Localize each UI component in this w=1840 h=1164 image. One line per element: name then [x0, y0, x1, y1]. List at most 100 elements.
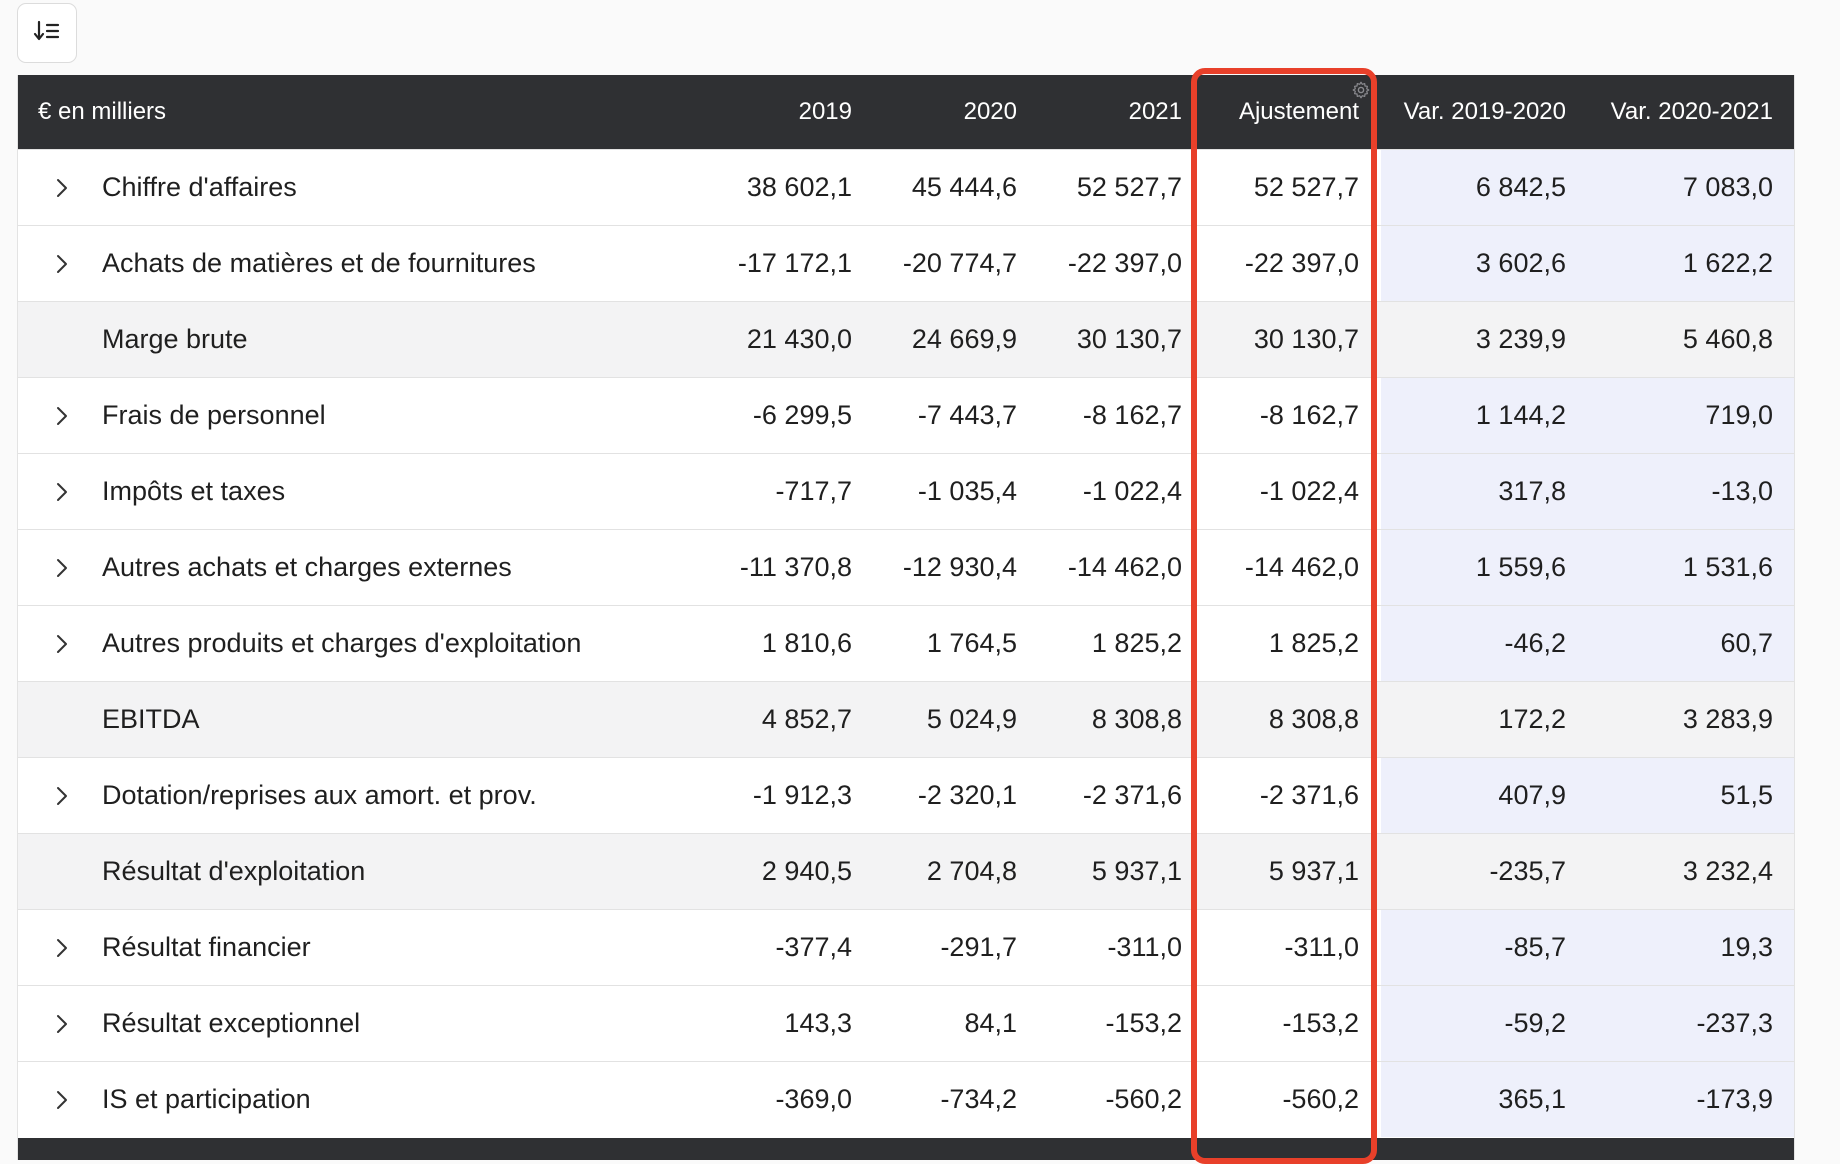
cell-2020: 45 444,6 — [873, 149, 1038, 226]
row-label: EBITDA — [102, 704, 200, 734]
table-row: Marge brute 21 430,0 24 669,9 30 130,7 30 13… — [18, 301, 1794, 378]
cell-2020: -20 774,7 — [873, 225, 1038, 302]
header-unit-label: € en milliers — [18, 75, 673, 150]
chevron-right-icon[interactable] — [22, 633, 102, 655]
row-label-cell: Résultat d'exploitation — [18, 833, 673, 910]
cell-2020: 24 669,9 — [873, 301, 1038, 378]
table-row[interactable]: Chiffre d'affaires 38 602,1 45 444,6 52 527… — [18, 149, 1794, 226]
header-2021[interactable]: 2021 — [1038, 75, 1203, 150]
gear-icon[interactable] — [1351, 79, 1371, 107]
cell-2019: 38 602,1 — [673, 149, 873, 226]
cell-2021: -2 371,6 — [1038, 757, 1203, 834]
cell-2021: 1 825,2 — [1038, 605, 1203, 682]
cell-2019: 21 430,0 — [673, 301, 873, 378]
cell-var-2019-2020: 317,8 — [1381, 453, 1587, 530]
table-header-row: € en milliers 2019 2020 2021 Ajustement … — [18, 75, 1794, 150]
chevron-right-icon[interactable] — [22, 1013, 102, 1035]
cell-adjustment[interactable]: -560,2 — [1203, 1061, 1381, 1137]
cell-var-2020-2021: 5 460,8 — [1587, 301, 1794, 378]
cell-var-2019-2020: 365,1 — [1381, 1061, 1587, 1137]
cell-adjustment[interactable]: -153,2 — [1203, 985, 1381, 1062]
table-row[interactable]: Dotation/reprises aux amort. et prov. -1 … — [18, 757, 1794, 834]
table-row[interactable]: Autres achats et charges externes -11 370… — [18, 529, 1794, 606]
cell-2021: -14 462,0 — [1038, 529, 1203, 606]
table-row[interactable]: IS et participation -369,0 -734,2 -560,2 -56… — [18, 1061, 1794, 1137]
cell-adjustment[interactable]: 1 825,2 — [1203, 605, 1381, 682]
row-label-cell: Dotation/reprises aux amort. et prov. — [18, 757, 673, 834]
cell-adjustment[interactable]: -1 022,4 — [1203, 453, 1381, 530]
cell-adjustment[interactable]: 30 130,7 — [1203, 301, 1381, 378]
row-label: Résultat financier — [102, 932, 311, 962]
cell-2019: 143,3 — [673, 985, 873, 1062]
cell-adjustment[interactable]: -22 397,0 — [1203, 225, 1381, 302]
cell-adjustment[interactable]: 52 527,7 — [1203, 149, 1381, 226]
cell-2020: 84,1 — [873, 985, 1038, 1062]
row-label: Frais de personnel — [102, 400, 326, 430]
cell-2021: -311,0 — [1038, 909, 1203, 986]
cell-adjustment[interactable]: 5 937,1 — [1203, 833, 1381, 910]
cell-var-2019-2020: 172,2 — [1381, 681, 1587, 758]
sort-descending-list-icon — [33, 19, 61, 48]
cell-2020: -1 035,4 — [873, 453, 1038, 530]
income-statement-table: € en milliers 2019 2020 2021 Ajustement … — [18, 75, 1794, 1137]
cell-2021: 8 308,8 — [1038, 681, 1203, 758]
row-label-cell: Autres achats et charges externes — [18, 529, 673, 606]
cell-2019: -1 912,3 — [673, 757, 873, 834]
sort-button[interactable] — [17, 3, 77, 63]
cell-adjustment[interactable]: -8 162,7 — [1203, 377, 1381, 454]
cell-2019: -717,7 — [673, 453, 873, 530]
row-label: IS et participation — [102, 1084, 311, 1114]
cell-2019: -377,4 — [673, 909, 873, 986]
row-label: Impôts et taxes — [102, 476, 286, 506]
cell-var-2019-2020: 407,9 — [1381, 757, 1587, 834]
cell-2019: 1 810,6 — [673, 605, 873, 682]
chevron-right-icon[interactable] — [22, 405, 102, 427]
chevron-right-icon[interactable] — [22, 177, 102, 199]
chevron-right-icon[interactable] — [22, 785, 102, 807]
table-row[interactable]: Frais de personnel -6 299,5 -7 443,7 -8 162… — [18, 377, 1794, 454]
table-row: EBITDA 4 852,7 5 024,9 8 308,8 8 308,8 172,2 3… — [18, 681, 1794, 758]
row-label-cell: IS et participation — [18, 1061, 673, 1137]
table-row[interactable]: Résultat financier -377,4 -291,7 -311,0 -311… — [18, 909, 1794, 986]
row-label: Chiffre d'affaires — [102, 172, 297, 202]
cell-var-2020-2021: 719,0 — [1587, 377, 1794, 454]
table-row[interactable]: Achats de matières et de fournitures -17 … — [18, 225, 1794, 302]
cell-2021: 52 527,7 — [1038, 149, 1203, 226]
cell-var-2020-2021: -13,0 — [1587, 453, 1794, 530]
chevron-right-icon[interactable] — [22, 1089, 102, 1111]
header-2019[interactable]: 2019 — [673, 75, 873, 150]
header-var-2020-2021[interactable]: Var. 2020-2021 — [1587, 75, 1794, 150]
cell-var-2019-2020: 1 559,6 — [1381, 529, 1587, 606]
chevron-right-icon[interactable] — [22, 253, 102, 275]
chevron-right-icon[interactable] — [22, 557, 102, 579]
cell-2021: -153,2 — [1038, 985, 1203, 1062]
cell-2021: -560,2 — [1038, 1061, 1203, 1137]
header-adjustment[interactable]: Ajustement — [1203, 75, 1381, 150]
header-var-2019-2020[interactable]: Var. 2019-2020 — [1381, 75, 1587, 150]
cell-adjustment[interactable]: -14 462,0 — [1203, 529, 1381, 606]
cell-var-2020-2021: 3 232,4 — [1587, 833, 1794, 910]
chevron-right-icon[interactable] — [22, 481, 102, 503]
row-label-cell: Chiffre d'affaires — [18, 149, 673, 226]
table-row[interactable]: Autres produits et charges d'exploitatio… — [18, 605, 1794, 682]
row-label: Achats de matières et de fournitures — [102, 248, 536, 278]
cell-2020: -2 320,1 — [873, 757, 1038, 834]
cell-2019: -11 370,8 — [673, 529, 873, 606]
cell-adjustment[interactable]: -2 371,6 — [1203, 757, 1381, 834]
cell-adjustment[interactable]: 8 308,8 — [1203, 681, 1381, 758]
table-row[interactable]: Résultat exceptionnel 143,3 84,1 -153,2 -153… — [18, 985, 1794, 1062]
cell-var-2020-2021: 1 531,6 — [1587, 529, 1794, 606]
table-row[interactable]: Impôts et taxes -717,7 -1 035,4 -1 022,4 -1 … — [18, 453, 1794, 530]
cell-var-2019-2020: -46,2 — [1381, 605, 1587, 682]
cell-adjustment[interactable]: -311,0 — [1203, 909, 1381, 986]
cell-2021: 5 937,1 — [1038, 833, 1203, 910]
cell-var-2020-2021: 51,5 — [1587, 757, 1794, 834]
cell-var-2019-2020: 6 842,5 — [1381, 149, 1587, 226]
cell-var-2020-2021: 1 622,2 — [1587, 225, 1794, 302]
cell-2019: -6 299,5 — [673, 377, 873, 454]
row-label: Résultat exceptionnel — [102, 1008, 361, 1038]
cell-2019: 2 940,5 — [673, 833, 873, 910]
cell-2019: 4 852,7 — [673, 681, 873, 758]
chevron-right-icon[interactable] — [22, 937, 102, 959]
header-2020[interactable]: 2020 — [873, 75, 1038, 150]
